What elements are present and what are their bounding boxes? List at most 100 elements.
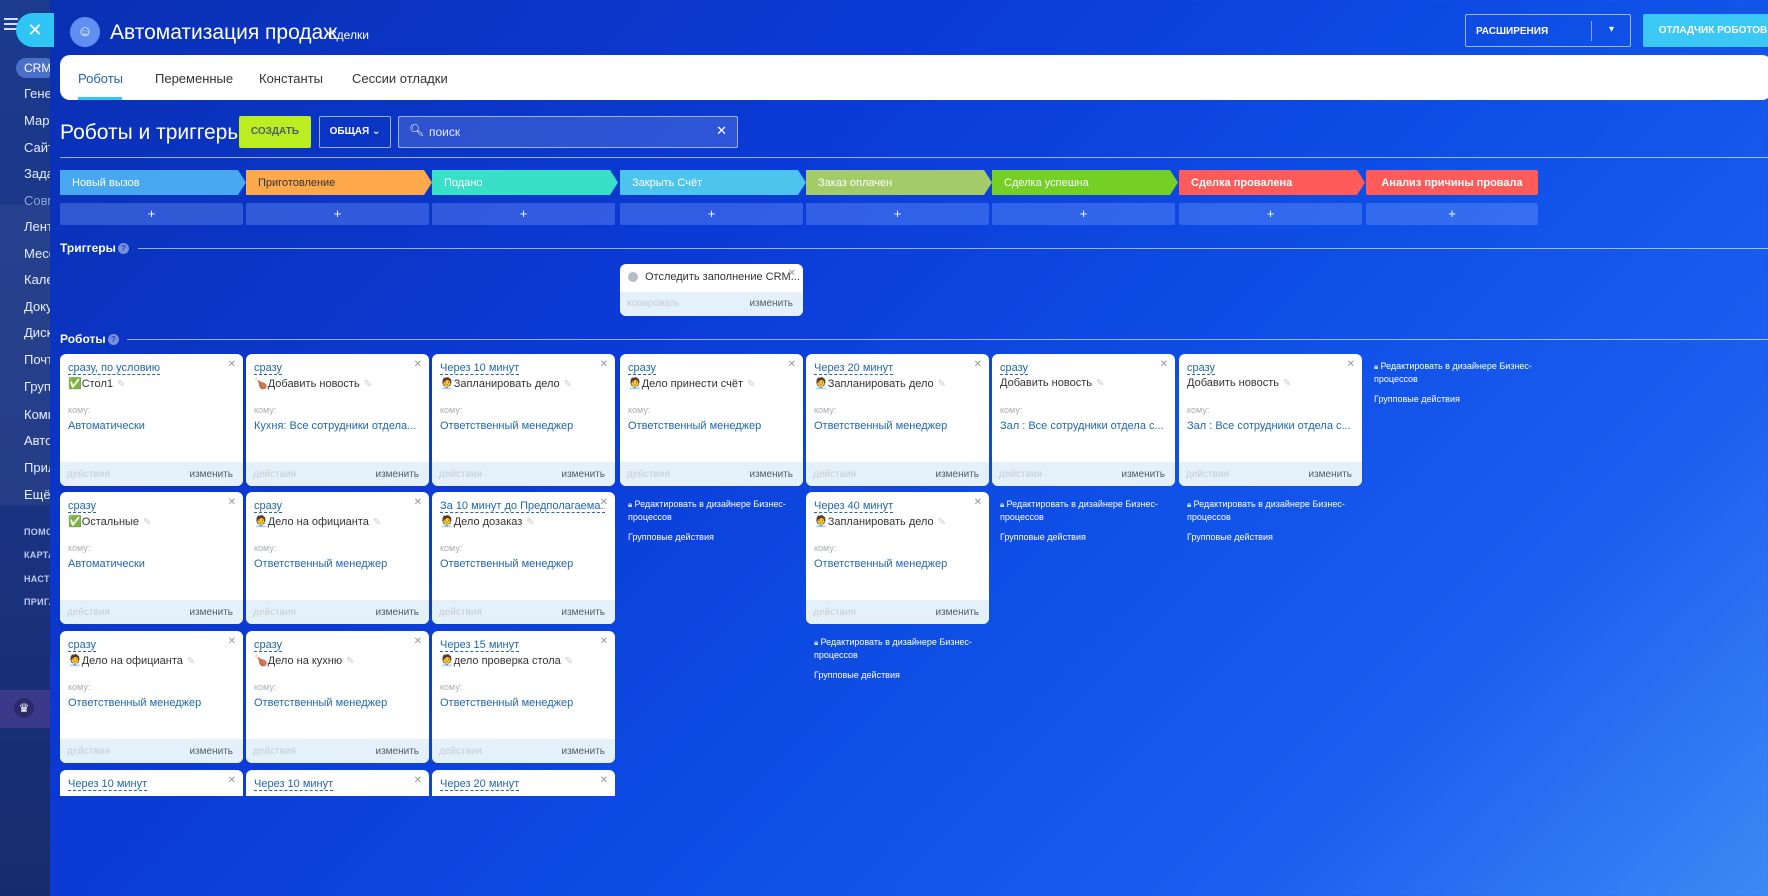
edit-link[interactable]: изменить [189, 607, 233, 618]
robot-delay-link[interactable]: Через 20 минут [440, 778, 520, 791]
close-slider-button[interactable]: ✕ [16, 13, 54, 47]
recipient-link[interactable]: Зал : Все сотрудники отдела с... [1000, 420, 1164, 432]
robot-delay-link[interactable]: сразу [254, 362, 283, 375]
copy-link[interactable]: копировать [627, 298, 680, 309]
sidebar-item[interactable]: Зада [24, 166, 50, 181]
extensions-button[interactable]: РАСШИРЕНИЯ ▾ [1465, 14, 1631, 47]
robot-delay-link[interactable]: Через 10 минут [68, 778, 148, 791]
robot-title[interactable]: 🧑‍💼Дело на официанта ✎ [68, 654, 195, 667]
actions-link[interactable]: действия [999, 469, 1042, 480]
actions-link[interactable]: действия [253, 469, 296, 480]
pencil-icon[interactable]: ✎ [364, 379, 372, 390]
close-icon[interactable]: ✕ [600, 636, 608, 647]
robot-card[interactable]: Через 10 минут ✕ 🧑‍💼Запланировать дело ✎ ком… [432, 354, 615, 486]
close-icon[interactable]: ✕ [974, 359, 982, 370]
robot-card[interactable]: Через 40 минут ✕ 🧑‍💼Запланировать дело ✎ ком… [806, 492, 989, 624]
add-robot-button[interactable]: + [60, 203, 243, 225]
group-actions-link[interactable]: Групповые действия [1187, 532, 1273, 542]
bp-designer-link[interactable]: 🔒︎ Редактировать в дизайнере Бизнес-проц… [1187, 498, 1357, 524]
pencil-icon[interactable]: ✎ [117, 379, 125, 390]
close-icon[interactable]: ✕ [600, 359, 608, 370]
sidebar-item[interactable]: Комп [24, 407, 50, 422]
pencil-icon[interactable]: ✎ [1283, 378, 1291, 389]
create-button[interactable]: СОЗДАТЬ [239, 116, 311, 148]
add-robot-button[interactable]: + [1179, 203, 1362, 225]
bp-designer-link[interactable]: 🔒︎ Редактировать в дизайнере Бизнес-проц… [628, 498, 798, 524]
search-input[interactable] [429, 123, 699, 141]
recipient-link[interactable]: Автоматически [68, 558, 145, 570]
sidebar-item-small[interactable]: НАСТР [24, 574, 50, 584]
robot-card[interactable]: Через 20 минут ✕ [432, 770, 615, 796]
pencil-icon[interactable]: ✎ [143, 517, 151, 528]
robot-delay-link[interactable]: Через 20 минут [814, 362, 894, 375]
close-icon[interactable]: ✕ [414, 497, 422, 508]
group-actions-link[interactable]: Групповые действия [814, 670, 900, 680]
edit-link[interactable]: изменить [561, 746, 605, 757]
pencil-icon[interactable]: ✎ [346, 656, 354, 667]
robot-card[interactable]: сразу, по условию ✕ ✅Стол1 ✎ кому: Автоматиче… [60, 354, 243, 486]
recipient-link[interactable]: Ответственный менеджер [440, 697, 573, 709]
recipient-link[interactable]: Зал : Все сотрудники отдела с... [1187, 420, 1351, 432]
recipient-link[interactable]: Ответственный менеджер [68, 697, 201, 709]
stage-column-header[interactable]: Заказ оплачен [806, 170, 992, 195]
sidebar-item[interactable]: Ещё [24, 487, 50, 502]
robot-title[interactable]: 🧑‍💼Дело принести счёт ✎ [628, 377, 755, 390]
robot-delay-link[interactable]: сразу, по условию [68, 362, 160, 375]
pencil-icon[interactable]: ✎ [938, 379, 946, 390]
edit-link[interactable]: изменить [375, 469, 419, 480]
sidebar-item-crm[interactable]: CRM [16, 58, 50, 78]
robot-card[interactable]: сразу ✕ Добавить новость ✎ кому: Зал : Все со… [992, 354, 1175, 486]
edit-link[interactable]: изменить [561, 607, 605, 618]
sidebar-item-small[interactable]: ПОМО [24, 527, 50, 537]
close-icon[interactable]: ✕ [788, 268, 796, 279]
pencil-icon[interactable]: ✎ [373, 517, 381, 528]
sidebar-item[interactable]: Совм [24, 193, 50, 208]
close-icon[interactable]: ✕ [228, 775, 236, 786]
robot-title[interactable]: Добавить новость ✎ [1000, 377, 1104, 389]
recipient-link[interactable]: Автоматически [68, 420, 145, 432]
pencil-icon[interactable]: ✎ [938, 517, 946, 528]
recipient-link[interactable]: Ответственный менеджер [814, 420, 947, 432]
sidebar-item[interactable]: Месс [24, 246, 50, 261]
robot-delay-link[interactable]: сразу [1000, 362, 1029, 375]
stage-column-header[interactable]: Закрыть Счёт [620, 170, 806, 195]
robot-debugger-button[interactable]: ОТЛАДЧИК РОБОТОВ [1643, 14, 1768, 47]
robot-card[interactable]: сразу ✕ 🧑‍💼Дело принести счёт ✎ кому: Ответст… [620, 354, 803, 486]
actions-link[interactable]: действия [67, 607, 110, 618]
sidebar-item[interactable]: Лент [24, 219, 50, 234]
edit-link[interactable]: изменить [749, 298, 793, 309]
close-icon[interactable]: ✕ [414, 775, 422, 786]
edit-link[interactable]: изменить [189, 469, 233, 480]
robot-card[interactable]: За 10 минут до Предполагаема... ✕ 🧑‍💼Дело … [432, 492, 615, 624]
robot-delay-link[interactable]: За 10 минут до Предполагаема... [440, 500, 605, 513]
actions-link[interactable]: действия [627, 469, 670, 480]
add-robot-button[interactable]: + [806, 203, 989, 225]
sidebar-account[interactable]: ♛ [0, 690, 50, 728]
robot-title[interactable]: 🧑‍💼Дело дозаказ ✎ [440, 515, 535, 528]
sidebar-item[interactable]: Авто [24, 433, 50, 448]
group-actions-link[interactable]: Групповые действия [628, 532, 714, 542]
edit-link[interactable]: изменить [1308, 469, 1352, 480]
add-robot-button[interactable]: + [620, 203, 803, 225]
recipient-link[interactable]: Ответственный менеджер [814, 558, 947, 570]
add-robot-button[interactable]: + [246, 203, 429, 225]
sidebar-item[interactable]: Почт [24, 352, 50, 367]
robot-title[interactable]: Добавить новость ✎ [1187, 377, 1291, 389]
actions-link[interactable]: действия [813, 607, 856, 618]
sidebar-item[interactable]: Диск [24, 325, 50, 340]
robot-delay-link[interactable]: сразу [68, 500, 97, 513]
robot-delay-link[interactable]: сразу [628, 362, 657, 375]
sidebar-item[interactable]: Прил [24, 460, 50, 475]
robot-title[interactable]: 🧑‍💼Дело на официанта ✎ [254, 515, 381, 528]
sidebar-item-small[interactable]: КАРТА [24, 550, 50, 560]
stage-column-header[interactable]: Новый вызов [60, 170, 246, 195]
robot-delay-link[interactable]: сразу [1187, 362, 1216, 375]
add-robot-button[interactable]: + [1366, 203, 1538, 225]
robot-title[interactable]: 🧑‍💼Запланировать дело ✎ [814, 377, 946, 390]
actions-link[interactable]: действия [439, 746, 482, 757]
sidebar-item[interactable]: Кале [24, 272, 50, 287]
robot-delay-link[interactable]: сразу [254, 639, 283, 652]
recipient-link[interactable]: Ответственный менеджер [254, 697, 387, 709]
robot-title[interactable]: ✅Остальные ✎ [68, 515, 151, 528]
search-box[interactable]: 🔍︎ ✕ [398, 116, 738, 148]
